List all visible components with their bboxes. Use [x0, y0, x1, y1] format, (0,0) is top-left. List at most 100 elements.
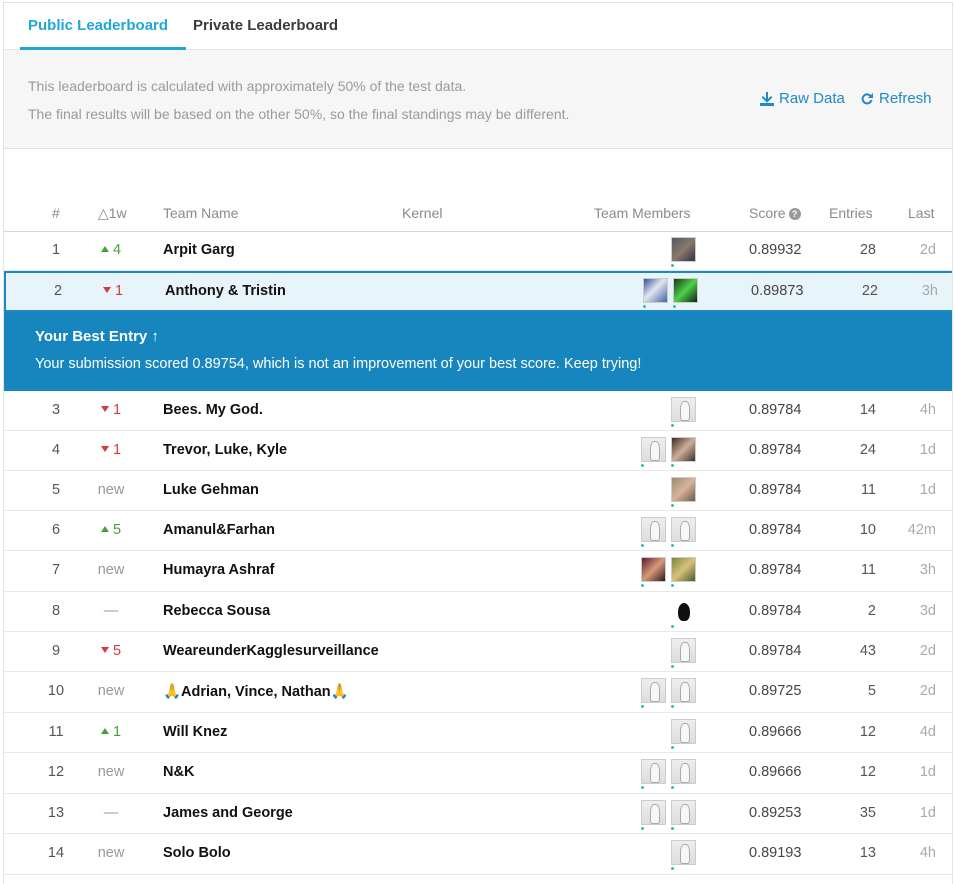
- rank-cell: 2: [53, 283, 63, 299]
- rank-cell: 9: [51, 643, 61, 659]
- team-member-avatar[interactable]: [671, 477, 696, 507]
- score-cell: 0.89932: [749, 242, 802, 258]
- table-row: 3 1 Bees. My God. 0.89784 14 4h: [4, 392, 952, 431]
- table-row: 9 5 WeareunderKagglesurveillance 0.89784 43 2…: [4, 632, 952, 672]
- team-member-avatar[interactable]: [641, 557, 666, 587]
- last-submission-cell: 4d: [919, 724, 936, 740]
- entries-cell: 12: [859, 764, 876, 780]
- rank-cell: 11: [48, 724, 64, 740]
- best-entry-message: Your submission scored 0.89754, which is…: [35, 356, 642, 372]
- team-name-link[interactable]: Will Knez: [163, 724, 227, 740]
- team-member-avatar[interactable]: [671, 397, 696, 427]
- rank-change-cell: 5: [84, 643, 138, 659]
- team-member-avatar[interactable]: [671, 678, 696, 708]
- team-name-link[interactable]: Luke Gehman: [163, 482, 259, 498]
- team-member-avatar[interactable]: [671, 719, 696, 749]
- team-name-link[interactable]: Anthony & Tristin: [165, 283, 286, 299]
- arrow-down-icon: [100, 647, 109, 653]
- rank-change-value: new: [97, 764, 125, 780]
- team-name-link[interactable]: Bees. My God.: [163, 402, 263, 418]
- rank-change-value: 1: [114, 283, 124, 299]
- refresh-icon: [861, 92, 873, 104]
- entries-cell: 22: [861, 283, 878, 299]
- table-row: 4 1 Trevor, Luke, Kyle 0.89784 24 1d: [4, 431, 952, 471]
- team-member-avatar[interactable]: [641, 437, 666, 467]
- col-score[interactable]: Score?: [749, 205, 801, 221]
- rank-change-cell: 1: [84, 442, 138, 458]
- rank-change-cell: —: [84, 805, 138, 821]
- col-entries: Entries: [829, 205, 873, 221]
- team-member-avatar[interactable]: [643, 278, 668, 308]
- team-name-link[interactable]: Solo Bolo: [163, 845, 231, 861]
- rank-cell: 6: [51, 522, 61, 538]
- rank-change-value: 1: [112, 442, 122, 458]
- score-cell: 0.89784: [749, 643, 802, 659]
- rank-change-cell: 1: [84, 724, 138, 740]
- entries-cell: 13: [859, 845, 876, 861]
- table-row: 2 1 Anthony & Tristin 0.89873 22 3h: [4, 271, 952, 312]
- team-name-link[interactable]: Humayra Ashraf: [163, 562, 274, 578]
- last-submission-cell: 4h: [919, 402, 936, 418]
- table-row: 12 new N&K 0.89666 12 1d: [4, 753, 952, 794]
- rank-change-value: —: [103, 603, 119, 619]
- refresh-label: Refresh: [879, 90, 932, 107]
- download-icon: [760, 91, 774, 106]
- team-member-avatar[interactable]: [671, 759, 696, 789]
- score-cell: 0.89784: [749, 482, 802, 498]
- col-change: △1w: [98, 205, 127, 221]
- tab-private-leaderboard[interactable]: Private Leaderboard: [193, 17, 338, 34]
- last-submission-cell: 2d: [919, 643, 936, 659]
- team-name-link[interactable]: Arpit Garg: [163, 242, 235, 258]
- team-name-link[interactable]: Rebecca Sousa: [163, 603, 270, 619]
- team-member-avatar[interactable]: [671, 237, 696, 267]
- score-cell: 0.89666: [749, 724, 802, 740]
- tab-public-leaderboard[interactable]: Public Leaderboard: [28, 17, 168, 34]
- leaderboard-panel: Public Leaderboard Private Leaderboard T…: [3, 2, 953, 884]
- rank-change-value: 4: [112, 242, 122, 258]
- rank-cell: 7: [51, 562, 61, 578]
- arrow-up-icon: [100, 728, 109, 734]
- team-member-avatar[interactable]: [671, 517, 696, 547]
- team-member-avatar[interactable]: [641, 759, 666, 789]
- team-member-avatar[interactable]: [641, 517, 666, 547]
- rank-change-value: 5: [112, 643, 122, 659]
- col-team-members: Team Members: [594, 205, 691, 221]
- score-cell: 0.89666: [749, 764, 802, 780]
- table-row: 7 new Humayra Ashraf 0.89784 11 3h: [4, 551, 952, 592]
- rank-cell: 5: [51, 482, 61, 498]
- team-name-link[interactable]: James and George: [163, 805, 293, 821]
- team-name-link[interactable]: 🙏Adrian, Vince, Nathan🙏: [163, 683, 349, 700]
- team-member-avatar[interactable]: [641, 800, 666, 830]
- team-member-avatar[interactable]: [671, 638, 696, 668]
- score-cell: 0.89193: [749, 845, 802, 861]
- help-icon[interactable]: ?: [788, 208, 801, 220]
- rank-change-value: 5: [112, 522, 122, 538]
- rank-change-cell: new: [84, 562, 138, 578]
- col-score-label: Score: [749, 205, 786, 221]
- team-member-avatar[interactable]: [671, 437, 696, 467]
- rank-cell: 8: [51, 603, 61, 619]
- rank-change-cell: 1: [84, 402, 138, 418]
- team-member-avatar[interactable]: [671, 557, 696, 587]
- team-name-link[interactable]: WeareunderKagglesurveillance: [163, 643, 379, 659]
- team-name-link[interactable]: N&K: [163, 764, 194, 780]
- team-name-link[interactable]: Amanul&Farhan: [163, 522, 275, 538]
- team-member-avatar[interactable]: [641, 678, 666, 708]
- rank-change-value: 1: [112, 724, 122, 740]
- last-submission-cell: 3h: [919, 562, 936, 578]
- team-name-link[interactable]: Trevor, Luke, Kyle: [163, 442, 287, 458]
- last-submission-cell: 1d: [919, 764, 936, 780]
- last-submission-cell: 1d: [919, 482, 936, 498]
- rank-change-cell: new: [84, 683, 138, 699]
- rank-change-cell: new: [84, 845, 138, 861]
- team-member-avatar[interactable]: [671, 800, 696, 830]
- refresh-button[interactable]: Refresh: [859, 90, 932, 107]
- team-member-avatar[interactable]: [673, 278, 698, 308]
- team-member-avatar[interactable]: [671, 598, 696, 628]
- col-kernel: Kernel: [402, 205, 443, 221]
- entries-cell: 24: [859, 442, 876, 458]
- team-member-avatar[interactable]: [671, 840, 696, 870]
- best-entry-title: Your Best Entry ↑: [35, 328, 159, 345]
- entries-cell: 5: [867, 683, 876, 699]
- raw-data-button[interactable]: Raw Data: [759, 90, 845, 107]
